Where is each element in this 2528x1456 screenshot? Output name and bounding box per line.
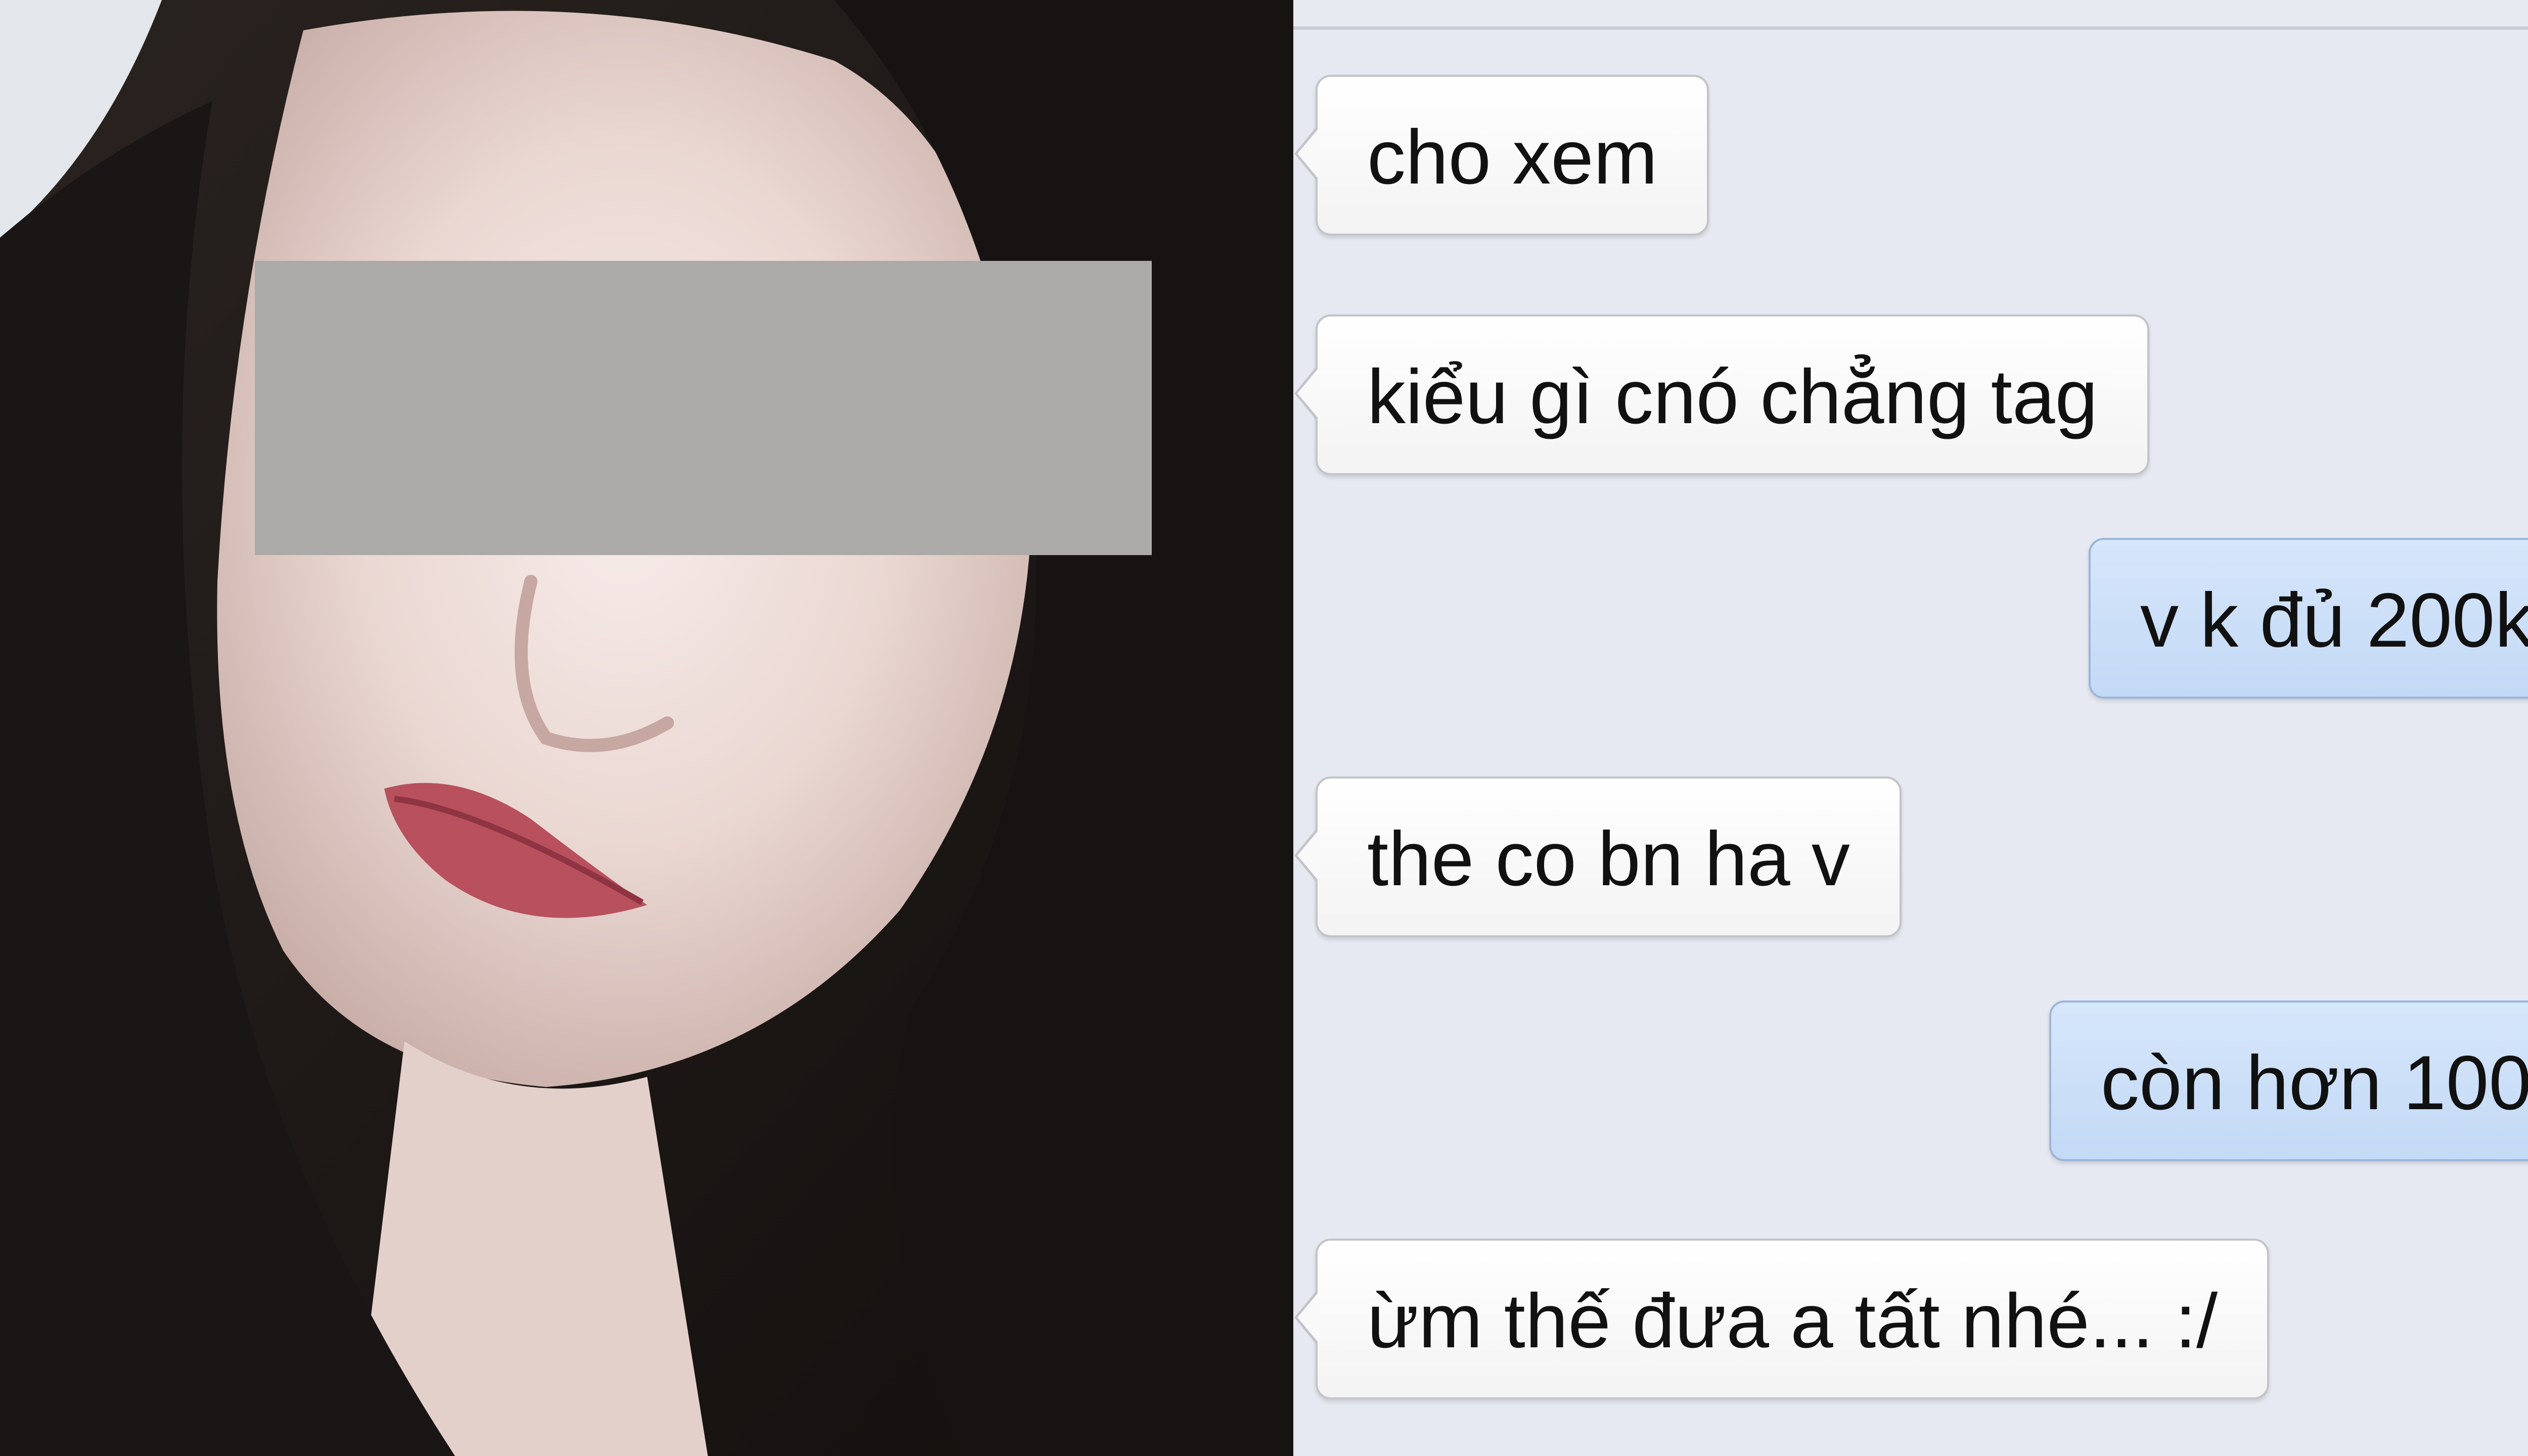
chat-header-edge	[1293, 0, 2528, 30]
message-text: còn hơn 100	[2101, 1040, 2528, 1126]
message-text: the co bn ha v	[1367, 816, 1850, 902]
bubble-tail	[1294, 827, 1319, 884]
message-bubble-incoming[interactable]: the co bn ha v	[1294, 777, 1902, 937]
message-text: cho xem	[1367, 114, 1658, 200]
message-bubble-incoming[interactable]: kiểu gì cnó chẳng tag	[1294, 314, 2150, 475]
chat-conversation[interactable]: cho xem kiểu gì cnó chẳng tag v k đủ 200…	[1293, 0, 2528, 1456]
message-text: v k đủ 200k	[2140, 577, 2528, 663]
bubble-tail	[1294, 1289, 1319, 1346]
profile-photo	[0, 0, 1293, 1456]
bubble-tail	[1294, 365, 1319, 422]
message-bubble-outgoing[interactable]: còn hơn 100	[2049, 1000, 2528, 1161]
message-bubble-outgoing[interactable]: v k đủ 200k	[2089, 538, 2528, 699]
message-text: ừm thế đưa a tất nhé... :/	[1367, 1278, 2218, 1364]
face-redaction-bar	[255, 261, 1152, 555]
message-text: kiểu gì cnó chẳng tag	[1367, 354, 2098, 440]
message-bubble-incoming[interactable]: ừm thế đưa a tất nhé... :/	[1294, 1239, 2270, 1399]
bubble-tail	[1294, 125, 1319, 182]
message-bubble-incoming[interactable]: cho xem	[1294, 75, 1709, 236]
photo-illustration	[0, 0, 1293, 1456]
